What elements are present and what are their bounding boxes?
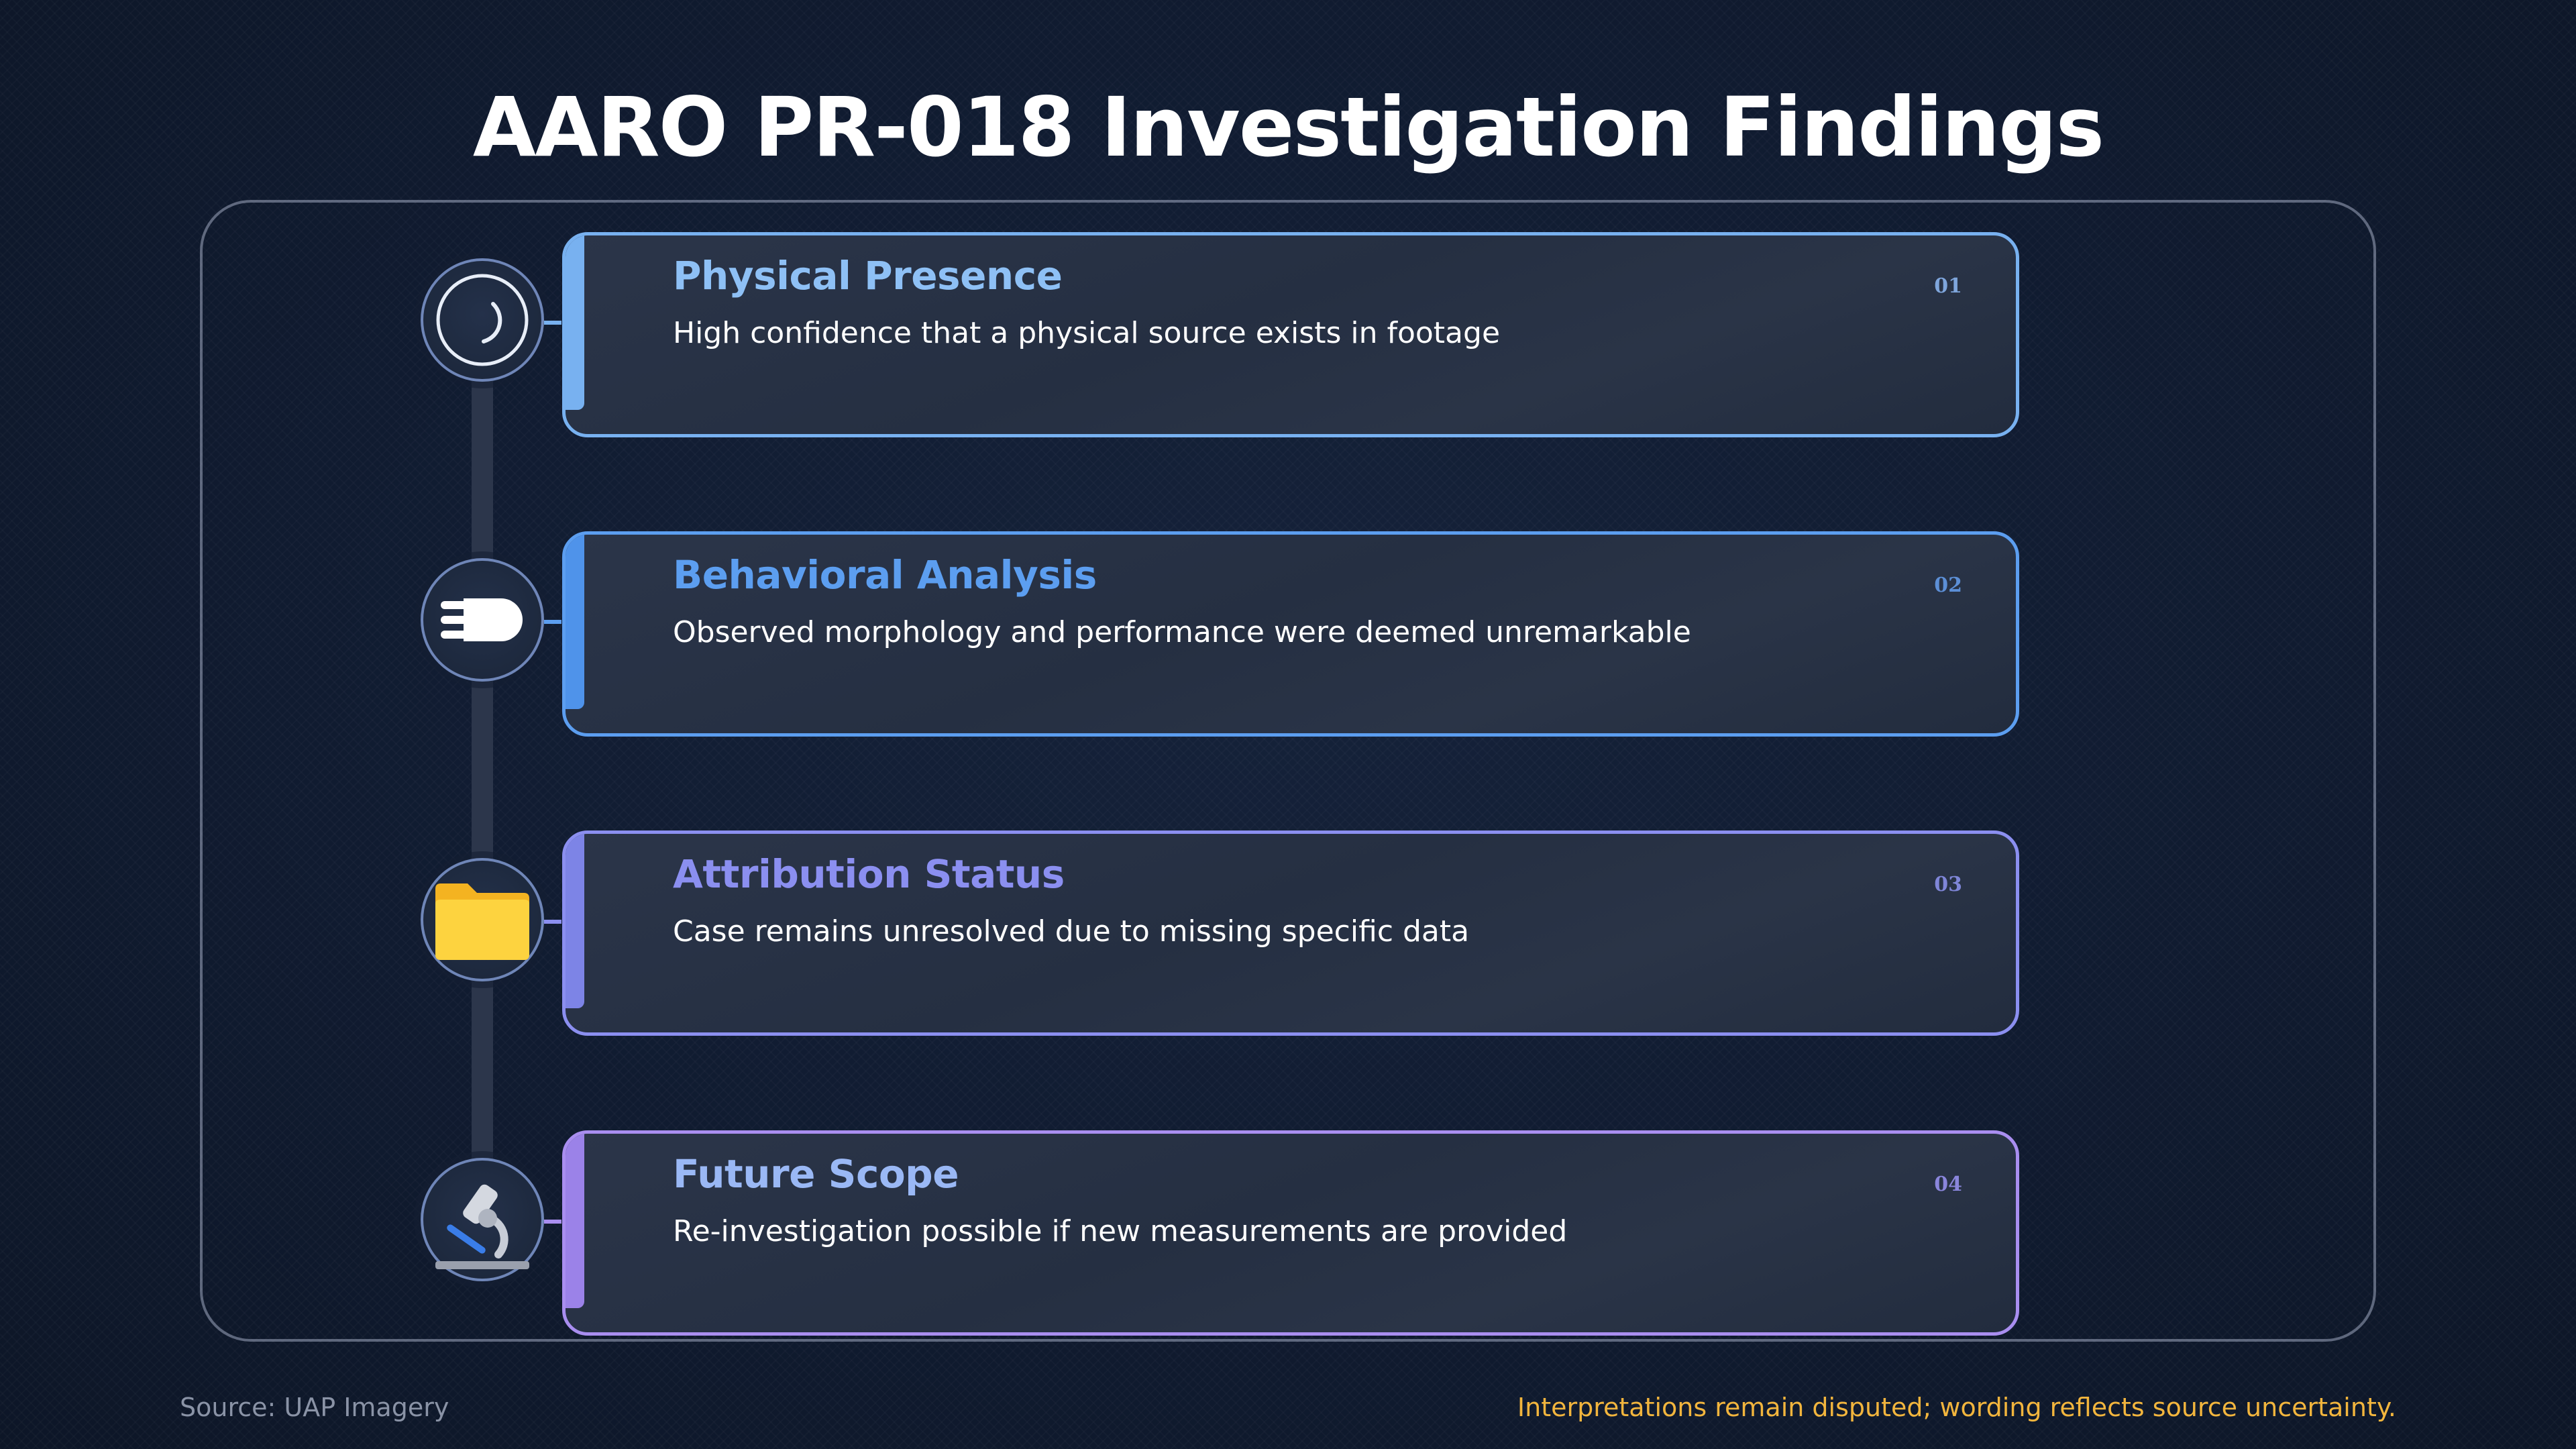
timeline-spine (472, 315, 493, 1234)
connector-4 (544, 1220, 561, 1224)
finding-description: Case remains unresolved due to missing s… (673, 914, 1470, 949)
comet-icon (421, 558, 544, 682)
folder-icon (421, 858, 544, 981)
connector-3 (544, 920, 561, 924)
finding-heading: Future Scope (673, 1151, 959, 1197)
card-accent-1 (566, 235, 584, 410)
finding-card-2: Behavioral Analysis Observed morphology … (562, 531, 2019, 737)
finding-number: 01 (1934, 274, 1962, 298)
card-accent-3 (566, 834, 584, 1008)
finding-card-3: Attribution Status Case remains unresolv… (562, 830, 2019, 1036)
finding-number: 04 (1934, 1173, 1962, 1196)
finding-description: Re-investigation possible if new measure… (673, 1214, 1568, 1248)
finding-card-4: Future Scope Re-investigation possible i… (562, 1130, 2019, 1336)
finding-heading: Behavioral Analysis (673, 552, 1097, 598)
microscope-icon (421, 1158, 544, 1281)
finding-description: High confidence that a physical source e… (673, 316, 1501, 350)
card-accent-4 (566, 1134, 584, 1308)
finding-heading: Attribution Status (673, 851, 1065, 897)
crescent-moon-icon (421, 258, 544, 382)
page-title: AARO PR-018 Investigation Findings (472, 80, 2104, 175)
finding-card-1: Physical Presence High confidence that a… (562, 232, 2019, 437)
finding-heading: Physical Presence (673, 253, 1063, 299)
source-caption: Source: UAP Imagery (180, 1393, 449, 1422)
finding-description: Observed morphology and performance were… (673, 615, 1691, 649)
connector-2 (544, 620, 561, 624)
card-accent-2 (566, 535, 584, 709)
finding-number: 02 (1934, 574, 1962, 597)
connector-1 (544, 321, 561, 325)
finding-number: 03 (1934, 873, 1962, 896)
uncertainty-note: Interpretations remain disputed; wording… (1517, 1393, 2396, 1422)
